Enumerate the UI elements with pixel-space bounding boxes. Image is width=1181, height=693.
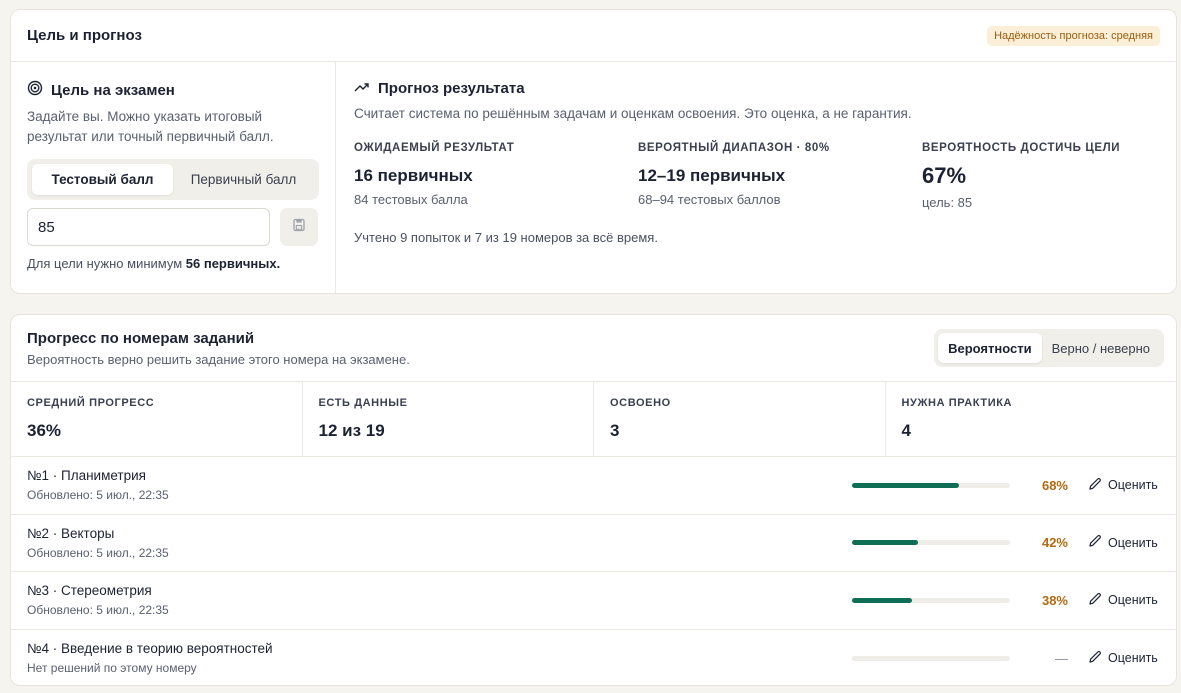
task-row: №1 · Планиметрия Обновлено: 5 июл., 22:3…	[11, 457, 1176, 515]
trend-up-icon	[354, 80, 370, 97]
task-list: №1 · Планиметрия Обновлено: 5 июл., 22:3…	[11, 457, 1176, 686]
tab-primary-score[interactable]: Первичный балл	[173, 164, 314, 195]
forecast-note: Учтено 9 попыток и 7 из 19 номеров за вс…	[354, 230, 658, 245]
task-row: №4 · Введение в теорию вероятностей Нет …	[11, 630, 1176, 686]
task-progress-fill	[852, 540, 919, 546]
rate-button[interactable]: Оценить	[1088, 534, 1160, 551]
pencil-icon	[1088, 534, 1102, 551]
task-name: №4 · Введение в теорию вероятностей	[27, 641, 273, 657]
goal-forecast-card: Цель и прогноз Надёжность прогноза: сред…	[10, 9, 1177, 294]
task-updated: Обновлено: 5 июл., 22:35	[27, 545, 169, 560]
task-progress-bar	[852, 482, 1010, 488]
task-updated: Обновлено: 5 июл., 22:35	[27, 603, 169, 618]
task-row: №3 · Стереометрия Обновлено: 5 июл., 22:…	[11, 572, 1176, 630]
task-name: №2 · Векторы	[27, 525, 115, 541]
target-icon	[27, 80, 43, 100]
reliability-badge: Надёжность прогноза: средняя	[987, 25, 1160, 46]
view-mode-toggle: Вероятности Верно / неверно	[934, 329, 1164, 367]
progress-title: Прогресс по номерам заданий	[27, 329, 255, 347]
goal-hint: Для цели нужно минимум 56 первичных.	[27, 256, 281, 271]
summary-has-data: ЕСТЬ ДАННЫЕ 12 из 19	[303, 382, 594, 456]
progress-header: Прогресс по номерам заданий Вероятность …	[11, 315, 1176, 382]
progress-summary: СРЕДНИЙ ПРОГРЕСС 36% ЕСТЬ ДАННЫЕ 12 из 1…	[11, 382, 1176, 457]
task-progress-fill	[852, 482, 960, 488]
task-progress-fill	[852, 597, 913, 603]
task-name: №3 · Стереометрия	[27, 583, 152, 599]
task-progress-bar	[852, 540, 1010, 546]
exam-goal-section: Цель на экзамен Задайте вы. Можно указат…	[11, 62, 336, 293]
pencil-icon	[1088, 477, 1102, 494]
toggle-correct-incorrect[interactable]: Верно / неверно	[1042, 333, 1160, 363]
forecast-description: Считает система по решённым задачам и оц…	[354, 106, 912, 121]
progress-description: Вероятность верно решить задание этого н…	[27, 351, 410, 367]
task-updated: Обновлено: 5 июл., 22:35	[27, 488, 169, 503]
tab-test-score[interactable]: Тестовый балл	[32, 164, 173, 195]
min-primary-value: 56 первичных.	[185, 256, 281, 271]
task-row: №2 · Векторы Обновлено: 5 июл., 22:35 42…	[11, 515, 1176, 572]
task-percent: 38%	[1041, 592, 1068, 608]
task-percent: —	[1055, 650, 1068, 666]
goal-card-title: Цель и прогноз	[27, 27, 142, 44]
task-progress-card: Прогресс по номерам заданий Вероятность …	[10, 314, 1177, 686]
task-percent: 68%	[1041, 477, 1068, 493]
goal-probability-stat: ВЕРОЯТНОСТЬ ДОСТИЧЬ ЦЕЛИ 67% цель: 85	[922, 142, 1121, 210]
summary-average-progress: СРЕДНИЙ ПРОГРЕСС 36%	[11, 382, 303, 456]
task-progress-bar	[852, 597, 1010, 603]
forecast-section: Прогноз результата Считает система по ре…	[336, 62, 1176, 293]
summary-needs-practice: НУЖНА ПРАКТИКА 4	[901, 397, 1013, 440]
task-percent: 42%	[1041, 535, 1068, 551]
goal-card-header: Цель и прогноз Надёжность прогноза: сред…	[11, 10, 1176, 62]
expected-result-stat: ОЖИДАЕМЫЙ РЕЗУЛЬТАТ 16 первичных 84 тест…	[354, 142, 515, 207]
score-type-switch: Тестовый балл Первичный балл	[27, 159, 319, 200]
summary-mastered: ОСВОЕНО 3	[594, 382, 886, 456]
task-updated: Нет решений по этому номеру	[27, 661, 197, 676]
pencil-icon	[1088, 592, 1102, 609]
exam-goal-title: Цель на экзамен	[51, 81, 175, 99]
rate-button[interactable]: Оценить	[1088, 592, 1160, 609]
goal-score-input[interactable]	[27, 208, 270, 246]
rate-button[interactable]: Оценить	[1088, 477, 1160, 494]
pencil-icon	[1088, 650, 1102, 667]
rate-button[interactable]: Оценить	[1088, 650, 1160, 667]
probable-range-stat: ВЕРОЯТНЫЙ ДИАПАЗОН · 80% 12–19 первичных…	[638, 142, 830, 207]
task-progress-bar	[852, 655, 1010, 661]
save-goal-button[interactable]	[280, 208, 318, 246]
toggle-probabilities[interactable]: Вероятности	[938, 333, 1042, 363]
task-name: №1 · Планиметрия	[27, 468, 146, 484]
forecast-title: Прогноз результата	[378, 80, 525, 97]
exam-goal-description: Задайте вы. Можно указать итоговый резул…	[27, 109, 274, 144]
save-icon	[292, 218, 306, 237]
